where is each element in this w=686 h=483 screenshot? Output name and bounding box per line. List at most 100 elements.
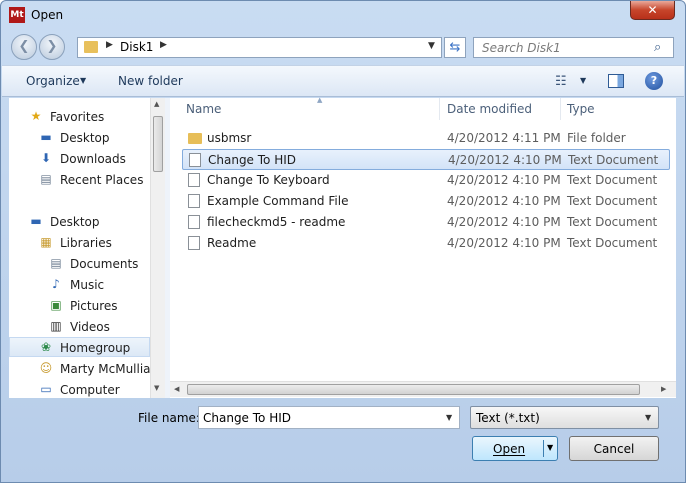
command-toolbar: Organize ▼ New folder ☷ ▼ ? bbox=[2, 65, 684, 97]
documents-icon: ▤ bbox=[50, 256, 62, 270]
preview-pane-icon[interactable] bbox=[608, 74, 624, 88]
file-date: 4/20/2012 4:10 PM bbox=[447, 215, 561, 229]
cancel-button[interactable]: Cancel bbox=[569, 436, 659, 461]
scroll-down-icon[interactable]: ▼ bbox=[154, 384, 159, 392]
open-dialog-window: Mt Open ✕ ❮ ❯ ▶ Disk1 ▶ ▼ ⇆ Search Disk1… bbox=[0, 0, 686, 483]
file-list-pane: Name ▲ Date modified Type usbmsr 4/20/20… bbox=[170, 96, 676, 398]
close-button[interactable]: ✕ bbox=[630, 1, 675, 20]
sidebar-item-label: Music bbox=[70, 278, 105, 292]
file-date: 4/20/2012 4:10 PM bbox=[447, 194, 561, 208]
recent-places-icon: ▤ bbox=[40, 172, 52, 186]
file-row-usbmsr[interactable]: usbmsr 4/20/2012 4:11 PM File folder bbox=[182, 128, 670, 149]
sidebar-item-recent-places[interactable]: ▤ Recent Places bbox=[9, 170, 150, 190]
scrollbar-thumb[interactable] bbox=[187, 384, 640, 395]
scrollbar-thumb[interactable] bbox=[153, 116, 163, 172]
cancel-button-label: Cancel bbox=[593, 442, 635, 456]
breadcrumb-arrow-icon[interactable]: ▶ bbox=[106, 40, 113, 50]
open-button[interactable]: Open ▼ bbox=[472, 436, 558, 461]
sidebar-item-label: Documents bbox=[70, 257, 139, 271]
organize-button[interactable]: Organize bbox=[26, 74, 80, 88]
breadcrumb-arrow-icon[interactable]: ▶ bbox=[160, 40, 167, 50]
text-document-icon bbox=[188, 173, 200, 187]
sidebar-item-desktop[interactable]: ▬ Desktop bbox=[9, 128, 150, 148]
pictures-icon: ▣ bbox=[50, 298, 62, 312]
file-date: 4/20/2012 4:11 PM bbox=[447, 131, 561, 145]
sidebar-item-favorites[interactable]: ★ Favorites bbox=[9, 107, 150, 127]
sidebar-item-label: Libraries bbox=[60, 236, 112, 250]
file-name: Example Command File bbox=[207, 194, 349, 208]
file-name: Change To HID bbox=[208, 153, 297, 167]
chevron-down-icon[interactable]: ▼ bbox=[80, 76, 86, 85]
text-document-icon bbox=[189, 153, 201, 167]
user-folder-icon: ☺ bbox=[39, 361, 53, 375]
desktop-icon: ▬ bbox=[40, 130, 52, 144]
sidebar-item-videos[interactable]: ▥ Videos bbox=[9, 317, 150, 337]
sidebar-item-desktop-root[interactable]: ▬ Desktop bbox=[9, 212, 150, 232]
filename-label: File name: bbox=[138, 411, 200, 425]
scroll-up-icon[interactable]: ▲ bbox=[154, 100, 159, 108]
text-document-icon bbox=[188, 194, 200, 208]
address-bar[interactable]: ▶ Disk1 ▶ ▼ bbox=[77, 37, 442, 58]
videos-icon: ▥ bbox=[50, 319, 62, 333]
column-header-type[interactable]: Type bbox=[561, 98, 671, 120]
forward-button[interactable]: ❯ bbox=[39, 34, 65, 60]
chevron-down-icon[interactable]: ▼ bbox=[645, 413, 651, 422]
search-icon[interactable]: ⌕ bbox=[654, 40, 661, 55]
filename-field[interactable]: Change To HID ▼ bbox=[198, 406, 460, 429]
file-name: Change To Keyboard bbox=[207, 173, 330, 187]
file-row-change-to-keyboard[interactable]: Change To Keyboard 4/20/2012 4:10 PM Tex… bbox=[182, 170, 670, 191]
address-dropdown-icon[interactable]: ▼ bbox=[428, 41, 435, 51]
column-header-name[interactable]: Name ▲ bbox=[180, 96, 440, 120]
file-type: Text Document bbox=[567, 236, 658, 250]
file-row-change-to-hid[interactable]: Change To HID 4/20/2012 4:10 PM Text Doc… bbox=[182, 149, 670, 170]
title-bar[interactable]: Mt Open ✕ bbox=[1, 1, 685, 31]
filetype-select[interactable]: Text (*.txt) ▼ bbox=[470, 406, 659, 429]
sidebar-item-label: Desktop bbox=[50, 215, 100, 229]
sidebar-item-music[interactable]: ♪ Music bbox=[9, 275, 150, 295]
column-header-label: Type bbox=[567, 102, 595, 116]
downloads-icon: ⬇ bbox=[40, 151, 52, 165]
sidebar-item-computer[interactable]: ▭ Computer bbox=[9, 380, 150, 400]
sidebar-item-label: Pictures bbox=[70, 299, 118, 313]
scroll-left-icon[interactable]: ◀ bbox=[174, 385, 179, 393]
open-button-label: Open bbox=[493, 442, 526, 456]
navigation-pane: ★ Favorites ▬ Desktop ⬇ Downloads ▤ Rece… bbox=[9, 98, 165, 398]
filename-value[interactable]: Change To HID bbox=[203, 411, 291, 425]
chevron-down-icon[interactable]: ▼ bbox=[580, 76, 586, 85]
file-date: 4/20/2012 4:10 PM bbox=[447, 173, 561, 187]
search-input[interactable]: Search Disk1 bbox=[482, 41, 561, 55]
help-icon[interactable]: ? bbox=[645, 72, 663, 90]
horizontal-scrollbar[interactable]: ◀ ▶ bbox=[170, 381, 676, 397]
chevron-down-icon[interactable]: ▼ bbox=[547, 443, 553, 452]
views-icon[interactable]: ☷ bbox=[555, 74, 567, 89]
file-type: Text Document bbox=[567, 215, 658, 229]
sidebar-item-homegroup[interactable]: ❀ Homegroup bbox=[9, 337, 150, 357]
column-header-label: Date modified bbox=[447, 102, 533, 116]
homegroup-icon: ❀ bbox=[40, 340, 52, 354]
folder-icon bbox=[188, 133, 202, 144]
sidebar-item-pictures[interactable]: ▣ Pictures bbox=[9, 296, 150, 316]
sidebar-item-label: Desktop bbox=[60, 131, 110, 145]
sidebar-item-label: Videos bbox=[70, 320, 110, 334]
refresh-button[interactable]: ⇆ bbox=[444, 37, 466, 58]
navigation-scrollbar[interactable]: ▲ ▼ bbox=[150, 98, 165, 398]
file-date: 4/20/2012 4:10 PM bbox=[447, 236, 561, 250]
back-button[interactable]: ❮ bbox=[11, 34, 37, 60]
search-box[interactable]: Search Disk1 ⌕ bbox=[473, 37, 674, 58]
file-row-readme[interactable]: Readme 4/20/2012 4:10 PM Text Document bbox=[182, 233, 670, 254]
file-name: filecheckmd5 - readme bbox=[207, 215, 346, 229]
file-row-filecheckmd5-readme[interactable]: filecheckmd5 - readme 4/20/2012 4:10 PM … bbox=[182, 212, 670, 233]
sidebar-item-libraries[interactable]: ▦ Libraries bbox=[9, 233, 150, 253]
sidebar-item-documents[interactable]: ▤ Documents bbox=[9, 254, 150, 274]
file-row-example-command-file[interactable]: Example Command File 4/20/2012 4:10 PM T… bbox=[182, 191, 670, 212]
breadcrumb-disk1[interactable]: Disk1 bbox=[120, 40, 153, 54]
new-folder-button[interactable]: New folder bbox=[118, 74, 183, 88]
computer-icon: ▭ bbox=[40, 382, 52, 396]
file-type: File folder bbox=[567, 131, 626, 145]
chevron-down-icon[interactable]: ▼ bbox=[446, 413, 452, 422]
sidebar-item-downloads[interactable]: ⬇ Downloads bbox=[9, 149, 150, 169]
sidebar-item-user[interactable]: ☺ Marty McMulliar bbox=[9, 359, 156, 379]
window-title: Open bbox=[31, 8, 64, 22]
column-header-date[interactable]: Date modified bbox=[441, 98, 561, 120]
scroll-right-icon[interactable]: ▶ bbox=[661, 385, 666, 393]
